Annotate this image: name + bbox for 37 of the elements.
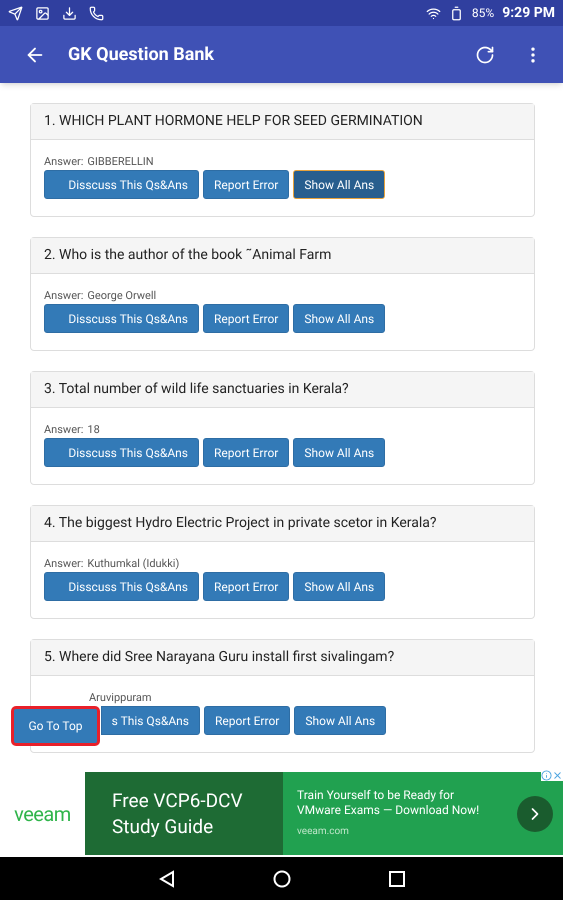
action-button[interactable]: Report Error bbox=[203, 170, 290, 199]
action-button[interactable]: Report Error bbox=[203, 304, 290, 333]
action-button[interactable]: Disscuss This Qs&Ans bbox=[44, 170, 199, 199]
question-text: 2. Who is the author of the book ˜Animal Farm bbox=[44, 246, 332, 265]
question-text: 3. Total number of wild life sanctuaries in Kerala? bbox=[44, 380, 349, 399]
question-text: 1. WHICH PLANT HORMONE HELP FOR SEED GERMINATION bbox=[44, 112, 423, 131]
action-button[interactable]: Disscuss This Qs&Ans bbox=[44, 438, 199, 467]
app-title: GK Question Bank bbox=[68, 43, 214, 67]
answer-text: George Orwell bbox=[87, 288, 156, 304]
action-button[interactable]: Report Error bbox=[203, 438, 290, 467]
ad-logo: veeam bbox=[14, 800, 71, 828]
answer-text: Kuthumkal (Idukki) bbox=[87, 556, 180, 572]
action-button[interactable]: Report Error bbox=[204, 706, 290, 735]
action-button[interactable]: Report Error bbox=[203, 572, 290, 601]
answer-label: Answer: bbox=[44, 288, 84, 304]
answer-text: 18 bbox=[87, 422, 100, 438]
action-button[interactable]: Disscuss This Qs&Ans bbox=[44, 572, 199, 601]
go-to-top-button[interactable]: Go To Top bbox=[11, 706, 100, 746]
question-text: 4. The biggest Hydro Electric Project in private scetor in Kerala? bbox=[44, 514, 436, 533]
battery-percent: 85% bbox=[472, 5, 494, 22]
clock: 9:29 PM bbox=[502, 4, 555, 22]
answer-label: Answer: bbox=[44, 154, 84, 170]
answer-text: GIBBERELLIN bbox=[87, 154, 154, 170]
action-button[interactable]: Show All Ans bbox=[294, 706, 386, 735]
answer-text: Aruvippuram bbox=[89, 690, 152, 706]
action-button[interactable]: Show All Ans bbox=[293, 170, 386, 199]
answer-label: Answer: bbox=[44, 422, 84, 438]
action-button[interactable]: Show All Ans bbox=[293, 572, 386, 601]
ad-headline: Free VCP6-DCV Study Guide bbox=[112, 788, 244, 840]
action-button[interactable]: Show All Ans bbox=[293, 438, 386, 467]
question-text: 5. Where did Sree Narayana Guru install first sivalingam? bbox=[44, 648, 394, 667]
ad-url: veeam.com bbox=[297, 825, 350, 839]
action-button[interactable]: Show All Ans bbox=[293, 304, 386, 333]
answer-label: Answer: bbox=[44, 556, 84, 572]
action-button[interactable]: Disscuss This Qs&Ans bbox=[44, 304, 199, 333]
action-button[interactable]: s This Qs&Ans bbox=[101, 706, 200, 735]
ad-body: Train Yourself to be Ready for VMware Exams — Download Now! bbox=[297, 788, 480, 818]
